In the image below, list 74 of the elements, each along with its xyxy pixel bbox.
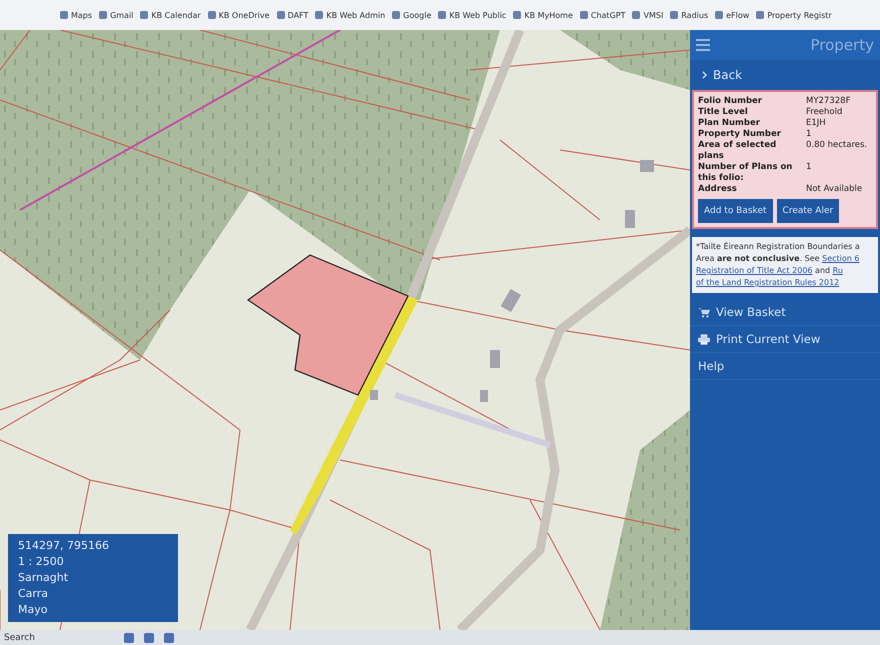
- panel-title: Property: [810, 36, 874, 54]
- favicon-icon: [756, 11, 764, 19]
- menu-item-label: Print Current View: [716, 332, 820, 346]
- bookmark-link[interactable]: Gmail: [99, 10, 134, 20]
- notice-text: *Tailte Éireann Registration Boundaries a: [696, 242, 860, 251]
- bookmark-link[interactable]: KB Web Public: [438, 10, 506, 20]
- notice-text: Area are not conclusive. See: [696, 254, 821, 263]
- detail-value: Freehold: [806, 107, 844, 118]
- bookmark-link[interactable]: KB MyHome: [513, 10, 573, 20]
- bookmark-link[interactable]: DAFT: [276, 10, 308, 20]
- chevron-icon: [702, 71, 707, 79]
- favicon-icon: [670, 11, 678, 19]
- favicon-icon: [99, 11, 108, 19]
- detail-label: Area of selected plans: [698, 140, 778, 162]
- favicon-icon: [140, 11, 148, 19]
- action-button[interactable]: Add to Basket: [698, 199, 773, 223]
- building: [480, 390, 488, 402]
- building: [625, 210, 635, 228]
- detail-label: Title Level: [698, 107, 749, 118]
- favicon-icon: [632, 11, 640, 19]
- bookmark-link[interactable]: Radius: [670, 10, 708, 20]
- printer-icon: [698, 334, 710, 344]
- menu-item-label: View Basket: [716, 305, 786, 319]
- favicon-icon: [60, 11, 68, 19]
- favicon-icon: [513, 11, 522, 19]
- favicon-icon: [715, 11, 724, 19]
- map-info-text: Carra: [18, 586, 50, 602]
- detail-value: 0.80 hectares.: [806, 140, 868, 152]
- detail-label: Address: [698, 184, 738, 195]
- detail-value: 1: [806, 162, 812, 174]
- search-field[interactable]: Search: [4, 632, 114, 642]
- bookmark-link[interactable]: Property Registr: [756, 10, 832, 20]
- favicon-icon: [438, 11, 446, 19]
- map-info-text: Mayo: [18, 602, 48, 618]
- favicon-icon: [580, 11, 588, 19]
- bookmark-link[interactable]: Google: [392, 10, 432, 20]
- favicon-icon: [208, 11, 216, 19]
- map-info-text: Sarnaght: [18, 570, 70, 586]
- building: [490, 350, 500, 368]
- bookmark-link[interactable]: KB Calendar: [140, 10, 201, 20]
- action-button[interactable]: Create Aler: [776, 199, 840, 223]
- bookmark-link[interactable]: VMSI: [632, 10, 664, 20]
- bookmark-link[interactable]: KB Web Admin: [315, 10, 386, 20]
- notice-link[interactable]: Registration of Title Act 2006: [696, 266, 812, 275]
- detail-label: Number of Plans on this folio:: [698, 162, 794, 184]
- building: [640, 160, 654, 172]
- detail-label: Plan Number: [698, 118, 761, 129]
- bookmark-link[interactable]: Maps: [60, 10, 92, 20]
- detail-label: Folio Number: [698, 96, 763, 107]
- favicon-icon: [276, 11, 285, 19]
- map-info-text: 1 : 2500: [18, 554, 65, 570]
- detail-value: MY27328F: [806, 96, 852, 107]
- menu-item-label: Help: [698, 359, 724, 373]
- menu-icon[interactable]: [696, 39, 710, 51]
- notice-link[interactable]: Ru: [832, 266, 843, 275]
- building: [370, 390, 378, 400]
- bookmark-link[interactable]: KB OneDrive: [208, 10, 270, 20]
- bookmark-link[interactable]: ChatGPT: [580, 10, 626, 20]
- detail-label: Property Number: [698, 129, 782, 140]
- detail-value: Not Available: [806, 184, 864, 195]
- favicon-icon: [392, 11, 400, 19]
- favicon-icon: [315, 11, 324, 19]
- map-info-text: 514297, 795166: [18, 538, 110, 554]
- menu-item[interactable]: View Basket: [690, 299, 880, 326]
- back-link[interactable]: Back: [713, 68, 742, 82]
- detail-value: 1: [806, 129, 812, 140]
- menu-item[interactable]: Help: [690, 353, 880, 380]
- notice-link[interactable]: Section 6: [822, 254, 860, 263]
- menu-item[interactable]: Print Current View: [690, 326, 880, 353]
- cart-icon: [698, 306, 710, 318]
- bookmark-link[interactable]: eFlow: [715, 10, 750, 20]
- detail-value: E1JH: [806, 118, 827, 129]
- notice-text: and: [814, 266, 832, 275]
- notice-link[interactable]: of the Land Registration Rules 2012: [696, 278, 840, 287]
